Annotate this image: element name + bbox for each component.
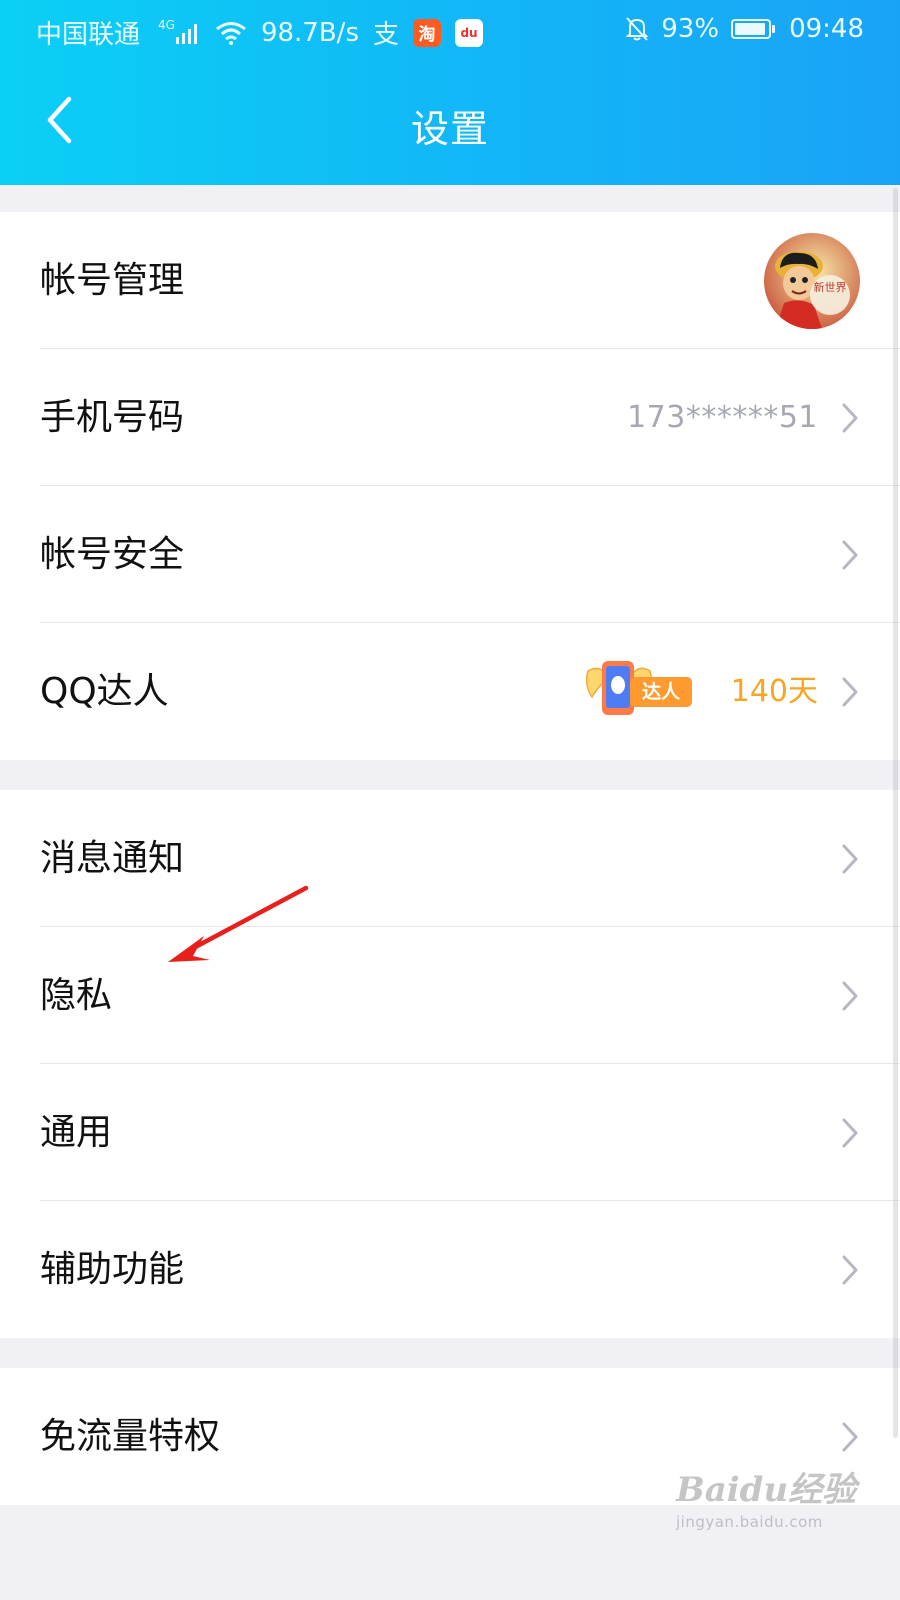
settings-row-account-security[interactable]: 帐号安全 [0, 486, 900, 623]
settings-row-account-management[interactable]: 帐号管理 新世界 [0, 212, 900, 349]
row-label: 帐号管理 [40, 260, 185, 301]
chevron-right-icon [842, 1422, 858, 1451]
app-header: 中国联通 4G 98.7B/s 支 淘 du 93% 09:48 设置 [0, 0, 900, 185]
annotation-arrow-icon [168, 885, 309, 962]
mute-bell-icon [625, 16, 649, 42]
avatar: 新世界 [764, 233, 860, 329]
wifi-icon [215, 21, 247, 45]
taobao-icon: 淘 [413, 18, 442, 47]
chevron-right-icon [842, 403, 858, 432]
chevron-right-icon [842, 677, 858, 706]
settings-group-general: 消息通知 隐私 通用 辅助功能 [0, 790, 900, 1338]
nav-bar: 设置 [0, 62, 900, 185]
row-label: 帐号安全 [40, 534, 185, 575]
chevron-right-icon [842, 1255, 858, 1284]
settings-row-notifications[interactable]: 消息通知 [0, 790, 900, 927]
scrollbar[interactable] [893, 188, 898, 1438]
daren-badge-icon: 达人 [580, 657, 695, 723]
row-label: 辅助功能 [40, 1249, 185, 1290]
settings-row-phone-number[interactable]: 手机号码 173******51 [0, 349, 900, 486]
chevron-right-icon [842, 844, 858, 873]
settings-row-accessibility[interactable]: 辅助功能 [0, 1201, 900, 1338]
settings-group-account: 帐号管理 新世界 手机号码 173******51 帐号安全 QQ达人 达人 1… [0, 212, 900, 760]
signal-icon: 4G [154, 17, 201, 45]
status-bar: 中国联通 4G 98.7B/s 支 淘 du 93% 09:48 [0, 0, 900, 62]
alipay-icon: 支 [373, 20, 400, 50]
row-label: QQ达人 [40, 671, 169, 712]
chevron-right-icon [842, 540, 858, 569]
clock-time: 09:48 [789, 14, 864, 44]
baidu-map-icon: du [455, 18, 484, 47]
settings-row-general[interactable]: 通用 [0, 1064, 900, 1201]
row-label: 隐私 [40, 975, 113, 1016]
network-type: 4G [158, 17, 175, 32]
chevron-right-icon [842, 981, 858, 1010]
row-label: 手机号码 [40, 397, 185, 438]
settings-row-privacy[interactable]: 隐私 [0, 927, 900, 1064]
battery-icon [731, 19, 776, 39]
avatar-text: 新世界 [814, 280, 847, 294]
watermark-url: jingyan.baidu.com [676, 1513, 823, 1531]
battery-percent: 93% [661, 14, 720, 44]
phone-number-value: 173******51 [627, 400, 818, 435]
network-speed: 98.7B/s [260, 17, 359, 48]
row-label: 免流量特权 [40, 1416, 221, 1457]
daren-days: 140天 [730, 674, 818, 709]
chevron-right-icon [842, 1118, 858, 1147]
page-title: 设置 [410, 107, 489, 151]
settings-row-free-data[interactable]: 免流量特权 [0, 1368, 900, 1505]
settings-group-privilege: 免流量特权 [0, 1368, 900, 1505]
settings-row-qq-daren[interactable]: QQ达人 达人 140天 [0, 623, 900, 760]
carrier-name: 中国联通 [36, 20, 141, 50]
row-label: 通用 [40, 1112, 113, 1153]
badge-label: 达人 [641, 681, 680, 703]
